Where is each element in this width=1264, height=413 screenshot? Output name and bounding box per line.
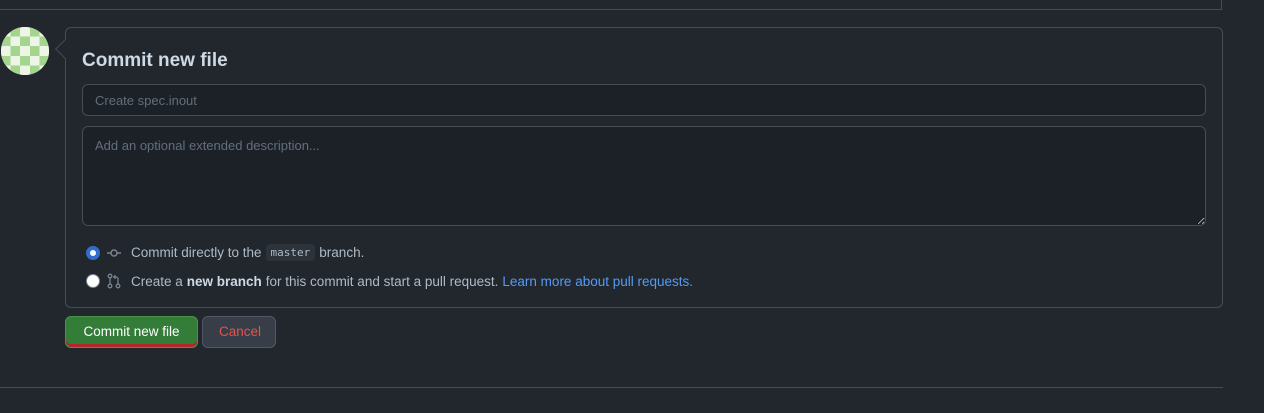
new-branch-prefix: Create a [131, 273, 183, 289]
commit-direct-radio[interactable] [86, 245, 100, 260]
commit-description-input[interactable] [82, 126, 1206, 226]
new-branch-radio[interactable] [86, 274, 100, 288]
new-branch-emphasis: new branch [186, 273, 262, 289]
identicon [1, 27, 49, 75]
git-commit-icon [106, 245, 122, 261]
previous-section-edge [0, 0, 1222, 10]
branch-name: master [265, 244, 316, 261]
git-pull-request-icon [106, 273, 122, 289]
panel-pointer [55, 39, 75, 59]
divider [0, 387, 1223, 388]
commit-panel: Commit new file Commit directly to the m… [55, 27, 1223, 308]
new-branch-option[interactable]: Create a new branch for this commit and … [86, 273, 693, 289]
commit-direct-prefix: Commit directly to the [131, 245, 262, 260]
commit-new-file-button[interactable]: Commit new file [65, 316, 198, 348]
new-branch-suffix: for this commit and start a pull request… [265, 273, 499, 289]
avatar[interactable] [1, 27, 49, 75]
commit-direct-suffix: branch. [319, 245, 365, 260]
commit-summary-input[interactable] [82, 84, 1206, 116]
commit-direct-option[interactable]: Commit directly to the master branch. [86, 244, 364, 261]
cancel-button[interactable]: Cancel [202, 316, 276, 348]
learn-more-pull-requests-link[interactable]: Learn more about pull requests. [502, 274, 693, 289]
panel-title: Commit new file [82, 50, 228, 71]
